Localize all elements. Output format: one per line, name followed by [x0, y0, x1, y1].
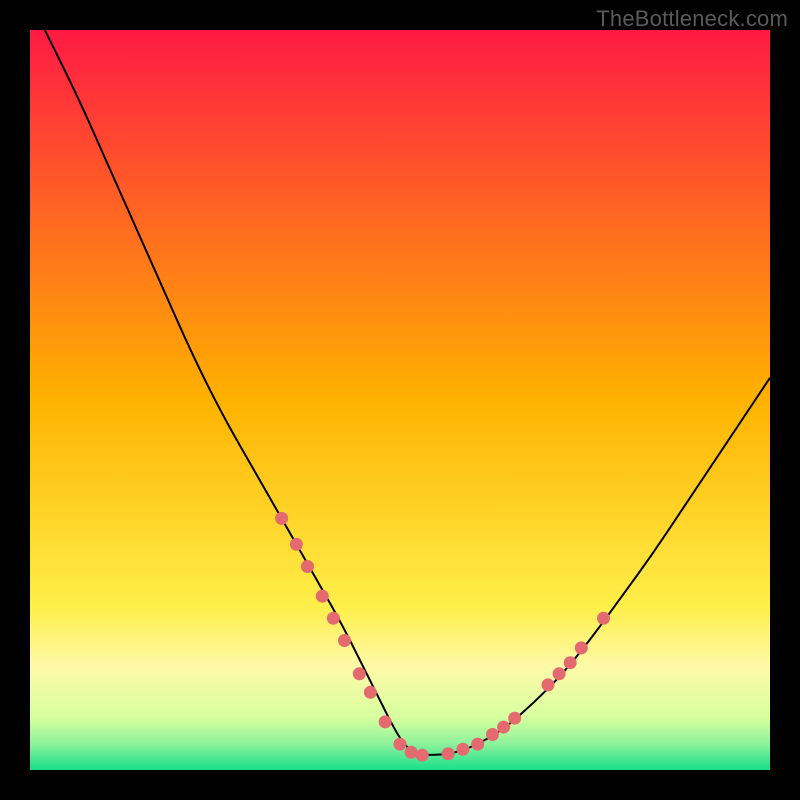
curve-marker — [508, 712, 521, 725]
curve-marker — [327, 612, 340, 625]
curve-marker — [275, 512, 288, 525]
curve-marker — [290, 538, 303, 551]
chart-svg — [30, 30, 770, 770]
curve-marker — [379, 715, 392, 728]
curve-marker — [553, 667, 566, 680]
chart-plot-area — [30, 30, 770, 770]
curve-marker — [442, 747, 455, 760]
curve-marker — [497, 721, 510, 734]
curve-marker — [301, 560, 314, 573]
watermark-text: TheBottleneck.com — [596, 6, 788, 32]
curve-marker — [364, 686, 377, 699]
curve-marker — [394, 738, 407, 751]
curve-marker — [542, 678, 555, 691]
curve-marker — [316, 590, 329, 603]
curve-marker — [405, 746, 418, 759]
curve-marker — [486, 728, 499, 741]
gradient-background — [30, 30, 770, 770]
curve-marker — [564, 656, 577, 669]
curve-marker — [353, 667, 366, 680]
curve-marker — [575, 641, 588, 654]
chart-stage: TheBottleneck.com — [0, 0, 800, 800]
curve-marker — [471, 738, 484, 751]
curve-marker — [456, 743, 469, 756]
curve-marker — [338, 634, 351, 647]
curve-marker — [416, 749, 429, 762]
curve-marker — [597, 612, 610, 625]
